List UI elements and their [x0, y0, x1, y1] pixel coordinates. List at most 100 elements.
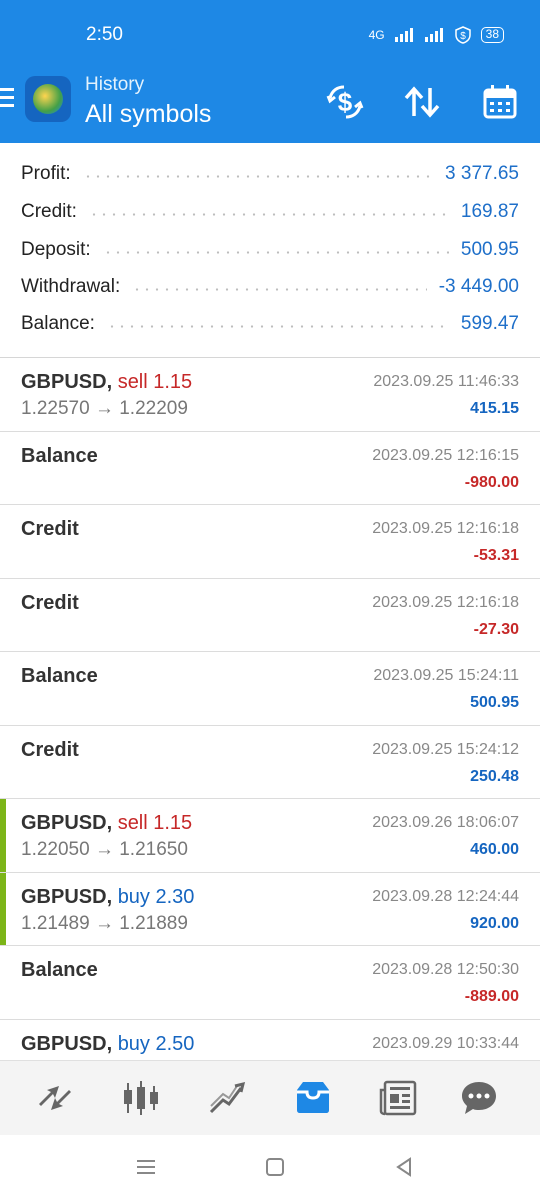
deal-symbol: Balance [21, 444, 98, 467]
deal-title: Balance [21, 959, 98, 982]
signal-icon-2 [424, 28, 443, 42]
deal-title: Credit [21, 739, 79, 762]
deal-row[interactable]: Balance 2023.09.25 12:16:15 -980.00 [0, 432, 540, 505]
balance-value: 599.47 [460, 313, 519, 334]
deal-datetime: 2023.09.28 12:24:44 [372, 887, 519, 905]
header-subtitle: History [85, 74, 145, 95]
summary-deposit: Deposit: 500.95 [21, 235, 519, 265]
credit-label: Credit: [21, 201, 77, 222]
deposit-value: 500.95 [460, 239, 519, 260]
quotes-icon[interactable] [34, 1077, 76, 1119]
summary-withdrawal: Withdrawal: -3 449.00 [21, 272, 519, 302]
status-bar: 2:50 4G $ 38 [0, 24, 540, 54]
header-title[interactable]: All symbols [85, 100, 211, 129]
deal-amount: -53.31 [473, 547, 519, 564]
chart-icon[interactable] [120, 1077, 162, 1119]
deal-datetime: 2023.09.25 11:46:33 [373, 373, 519, 390]
svg-text:$: $ [460, 31, 466, 42]
calendar-icon[interactable] [480, 82, 520, 122]
balance-label: Balance: [21, 313, 95, 334]
credit-value: 169.87 [460, 201, 519, 222]
deal-symbol: Credit [21, 738, 79, 761]
history-icon[interactable] [292, 1077, 334, 1119]
news-icon[interactable] [378, 1077, 420, 1119]
profit-marker [0, 799, 6, 872]
dotted-leader [106, 324, 449, 328]
menu-icon[interactable] [0, 88, 14, 112]
deal-row[interactable]: GBPUSD, buy 2.30 1.21489 → 1.21889 2023.… [0, 872, 540, 946]
messages-icon[interactable] [458, 1077, 500, 1119]
deal-title: Credit [21, 592, 79, 615]
deal-prices: 1.22050 → 1.21650 [21, 839, 188, 860]
deal-prices: 1.22570 → 1.22209 [21, 398, 188, 419]
profit-marker [0, 872, 6, 945]
deal-prices: 1.21489 → 1.21889 [21, 912, 188, 934]
network-label: 4G [368, 28, 385, 42]
bottom-tab-bar [0, 1060, 540, 1135]
deal-symbol: Credit [21, 591, 79, 614]
deal-symbol: Balance [21, 959, 98, 981]
withdrawal-label: Withdrawal: [21, 276, 121, 297]
dotted-leader [102, 250, 449, 254]
deal-title: GBPUSD, sell 1.15 [21, 371, 192, 394]
deal-symbol: GBPUSD, [21, 812, 113, 834]
deal-datetime: 2023.09.29 10:33:44 [372, 1034, 519, 1052]
recent-apps-icon[interactable] [134, 1155, 158, 1179]
deal-action: sell 1.15 [117, 371, 193, 393]
deal-row[interactable]: GBPUSD, buy 2.50 2023.09.29 10:33:44 [0, 1020, 540, 1061]
deal-title: Balance [21, 445, 98, 468]
deal-title: Credit [21, 518, 79, 541]
deal-amount: 415.15 [470, 400, 519, 417]
deal-datetime: 2023.09.25 12:16:15 [372, 446, 519, 464]
deal-row[interactable]: GBPUSD, sell 1.15 1.22570 → 1.22209 2023… [0, 358, 540, 432]
deal-row[interactable]: Credit 2023.09.25 15:24:12 250.48 [0, 726, 540, 799]
summary-balance: Balance: 599.47 [21, 309, 519, 339]
app-header: 2:50 4G $ 38 History All symbols $ [0, 0, 540, 143]
deal-symbol: Credit [21, 518, 79, 540]
deal-title: Balance [21, 665, 98, 688]
deal-amount: 250.48 [470, 767, 519, 785]
profit-value: 3 377.65 [445, 163, 519, 184]
deal-title: GBPUSD, sell 1.15 [21, 812, 192, 835]
dotted-leader [132, 287, 427, 291]
summary-profit: Profit: 3 377.65 [21, 159, 519, 189]
deal-row[interactable]: Credit 2023.09.25 12:16:18 -53.31 [0, 505, 540, 579]
sort-icon[interactable] [402, 82, 442, 122]
deal-datetime: 2023.09.28 12:50:30 [372, 961, 519, 978]
deal-row[interactable]: Balance 2023.09.28 12:50:30 -889.00 [0, 946, 540, 1020]
deal-datetime: 2023.09.25 15:24:12 [372, 740, 519, 758]
deal-row[interactable]: GBPUSD, sell 1.15 1.22050 → 1.21650 2023… [0, 799, 540, 873]
status-icons: 4G $ 38 [369, 26, 504, 44]
deal-row[interactable]: Balance 2023.09.25 15:24:11 500.95 [0, 652, 540, 726]
deal-datetime: 2023.09.26 18:06:07 [372, 814, 519, 831]
back-icon[interactable] [392, 1155, 416, 1179]
deal-amount: -889.00 [464, 988, 519, 1005]
withdrawal-value: -3 449.00 [438, 276, 519, 297]
profit-label: Profit: [21, 163, 71, 184]
deal-action: buy 2.30 [117, 885, 195, 908]
deal-amount: 460.00 [470, 841, 519, 858]
battery-icon: 38 [480, 27, 504, 43]
deal-action: buy 2.50 [117, 1032, 195, 1055]
deal-datetime: 2023.09.25 12:16:18 [372, 593, 519, 611]
deal-action: sell 1.15 [117, 812, 193, 834]
deposit-label: Deposit: [21, 239, 91, 260]
app-logo [25, 76, 71, 122]
status-time: 2:50 [86, 24, 123, 45]
currency-exchange-icon[interactable]: $ [325, 82, 365, 122]
system-nav-bar [0, 1135, 540, 1200]
deal-amount: -980.00 [464, 473, 519, 491]
deal-amount: -27.30 [473, 620, 519, 638]
signal-icon [394, 28, 413, 42]
svg-text:$: $ [338, 87, 353, 117]
shield-dollar-icon: $ [454, 26, 471, 44]
deal-symbol: GBPUSD, [21, 1032, 113, 1055]
deal-title: GBPUSD, buy 2.50 [21, 1033, 194, 1056]
deal-datetime: 2023.09.25 15:24:11 [373, 667, 519, 684]
home-icon[interactable] [263, 1155, 287, 1179]
deal-row[interactable]: Credit 2023.09.25 12:16:18 -27.30 [0, 579, 540, 652]
account-summary: Profit: 3 377.65 Credit: 169.87 Deposit:… [0, 143, 540, 358]
deals-list[interactable]: GBPUSD, sell 1.15 1.22570 → 1.22209 2023… [0, 358, 540, 1060]
trade-icon[interactable] [206, 1077, 248, 1119]
deal-amount: 920.00 [470, 914, 519, 932]
